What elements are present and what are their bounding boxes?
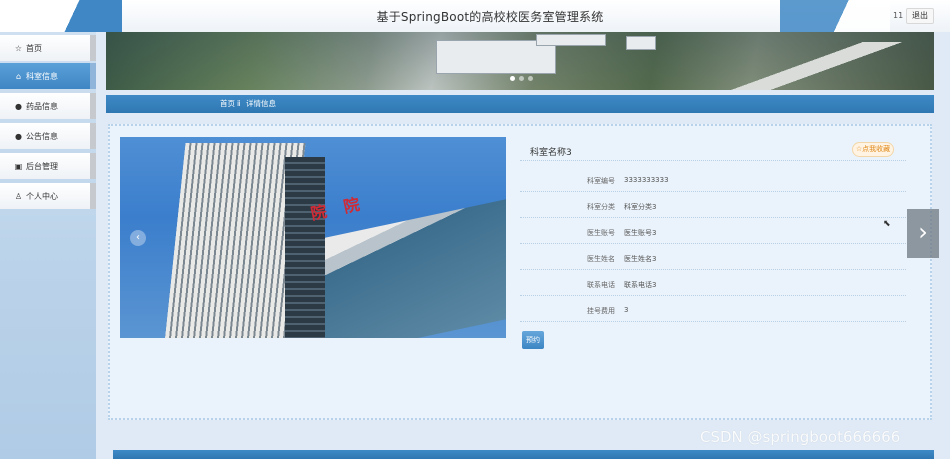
info-row-fee: 挂号费用 3 bbox=[520, 296, 906, 322]
user-icon: ♙ bbox=[14, 191, 23, 201]
sidebar: ☆ 首页 ⌂ 科室信息 ● 药品信息 ● 公告信息 ▣ 后台管理 ♙ 个人中心 bbox=[0, 32, 96, 459]
department-photo: 院 院 ‹ bbox=[120, 137, 506, 338]
carousel-indicators bbox=[510, 76, 533, 81]
book-button[interactable]: 预约 bbox=[522, 331, 544, 349]
sidebar-item-label: 公告信息 bbox=[26, 131, 58, 141]
calendar-icon: ▣ bbox=[14, 161, 23, 171]
field-label: 医生姓名 bbox=[587, 255, 615, 263]
detail-card: 院 院 ‹ 科室名称3 ☆点我收藏 科室编号 3333333333 科室分类 科… bbox=[108, 124, 932, 420]
field-value: 科室分类3 bbox=[624, 203, 657, 211]
site-title: 基于SpringBoot的高校校医务室管理系统 bbox=[376, 10, 604, 24]
breadcrumb-home[interactable]: 首页 bbox=[220, 95, 235, 113]
favorite-button[interactable]: ☆点我收藏 bbox=[852, 142, 894, 157]
carousel-dot[interactable] bbox=[519, 76, 524, 81]
info-row-dept-code: 科室编号 3333333333 bbox=[520, 166, 906, 192]
field-label: 挂号费用 bbox=[587, 307, 615, 315]
department-name: 科室名称3 bbox=[530, 148, 572, 158]
watermark: CSDN @springboot666666 bbox=[700, 428, 901, 446]
field-value: 3333333333 bbox=[624, 176, 669, 184]
banner-building bbox=[536, 34, 606, 46]
sidebar-item-label: 个人中心 bbox=[26, 191, 58, 201]
field-value: 联系电话3 bbox=[624, 281, 657, 289]
mouse-cursor-icon: ⬉ bbox=[883, 219, 891, 229]
field-label: 医生账号 bbox=[587, 229, 615, 237]
sidebar-item-label: 后台管理 bbox=[26, 161, 58, 171]
banner-carousel[interactable] bbox=[106, 32, 934, 90]
star-icon: ☆ bbox=[14, 43, 23, 53]
sidebar-item-medicines[interactable]: ● 药品信息 bbox=[0, 93, 96, 119]
top-header: 基于SpringBoot的高校校医务室管理系统 11 退出 bbox=[0, 0, 950, 32]
breadcrumb: 首页 ⅱ 详情信息 bbox=[106, 95, 934, 113]
info-row-doctor-name: 医生姓名 医生姓名3 bbox=[520, 244, 906, 270]
home-icon: ⌂ bbox=[15, 71, 22, 81]
info-row-dept-category: 科室分类 科室分类3 bbox=[520, 192, 906, 218]
photo-building-side bbox=[285, 157, 325, 338]
divider bbox=[520, 160, 906, 161]
sidebar-item-label: 首页 bbox=[26, 43, 42, 53]
banner-scenery bbox=[666, 42, 934, 90]
sidebar-item-home[interactable]: ☆ 首页 bbox=[0, 35, 96, 61]
carousel-dot[interactable] bbox=[528, 76, 533, 81]
field-value: 医生账号3 bbox=[624, 229, 657, 237]
sidebar-item-label: 科室信息 bbox=[26, 71, 58, 81]
current-user: 11 bbox=[893, 11, 904, 20]
sidebar-item-departments[interactable]: ⌂ 科室信息 bbox=[0, 63, 96, 89]
sidebar-item-announcements[interactable]: ● 公告信息 bbox=[0, 123, 96, 149]
sidebar-item-label: 药品信息 bbox=[26, 101, 58, 111]
field-value: 医生姓名3 bbox=[624, 255, 657, 263]
field-label: 科室分类 bbox=[587, 203, 615, 211]
info-circle-icon: ● bbox=[15, 101, 22, 111]
carousel-dot[interactable] bbox=[510, 76, 515, 81]
field-value: 3 bbox=[624, 306, 629, 314]
logout-button[interactable]: 退出 bbox=[906, 8, 934, 24]
info-row-doctor-account: 医生账号 医生账号3 bbox=[520, 218, 906, 244]
breadcrumb-separator: ⅱ bbox=[237, 99, 241, 108]
chevron-left-icon[interactable]: ‹ bbox=[130, 230, 146, 246]
chevron-right-icon[interactable]: › bbox=[907, 209, 939, 258]
sidebar-item-profile[interactable]: ♙ 个人中心 bbox=[0, 183, 96, 209]
info-row-phone: 联系电话 联系电话3 bbox=[520, 270, 906, 296]
field-label: 联系电话 bbox=[587, 281, 615, 289]
field-label: 科室编号 bbox=[587, 177, 615, 185]
breadcrumb-current: 详情信息 bbox=[246, 99, 276, 108]
bottom-section-bar bbox=[113, 450, 934, 459]
banner-building bbox=[626, 36, 656, 50]
help-circle-icon: ● bbox=[15, 131, 22, 141]
sidebar-item-admin[interactable]: ▣ 后台管理 bbox=[0, 153, 96, 179]
